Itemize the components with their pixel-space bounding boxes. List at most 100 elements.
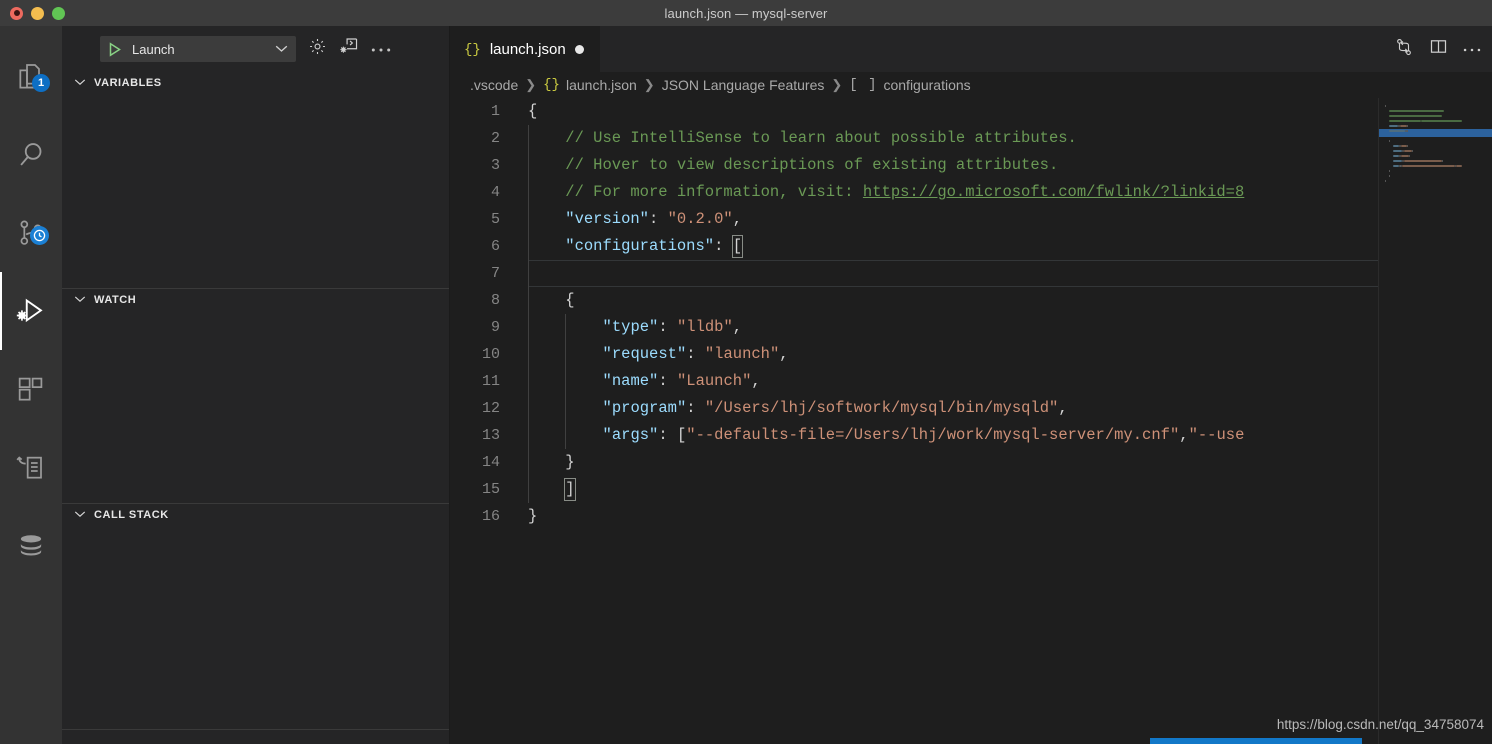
run-or-debug-button[interactable] [1388, 33, 1420, 65]
chevron-right-icon: ❯ [644, 77, 655, 93]
minimap-token [1409, 155, 1410, 157]
code-line-text: "request": "launch", [528, 341, 789, 368]
code-token: "--use [1189, 426, 1245, 444]
code-line[interactable]: 9"type": "lldb", [450, 314, 1492, 341]
code-token: : [686, 399, 705, 417]
code-token: "/Users/lhj/softwork/mysql/bin/mysqld" [705, 399, 1058, 417]
code-line[interactable]: 16} [450, 503, 1492, 530]
minimize-window-button[interactable] [31, 7, 44, 20]
bracket-match: [ [733, 236, 742, 257]
breadcrumb-item-symbol-configurations[interactable]: configurations [883, 77, 970, 93]
sidebar-item-remote-explorer[interactable] [0, 428, 62, 506]
code-token: : [658, 318, 677, 336]
sidebar-item-search[interactable] [0, 116, 62, 194]
code-line-text: } [528, 503, 537, 530]
code-line[interactable]: 1{ [450, 98, 1492, 125]
unsaved-dot-icon[interactable] [575, 45, 584, 54]
code-line[interactable]: 7 [450, 260, 1492, 287]
minimap-token [1389, 120, 1421, 122]
title-bar: launch.json — mysql-server [0, 0, 1492, 26]
line-number: 7 [450, 260, 500, 287]
sidebar-item-extensions[interactable] [0, 350, 62, 428]
current-line-highlight [528, 260, 1492, 287]
maximize-window-button[interactable] [52, 7, 65, 20]
code-line[interactable]: 6"configurations": [ [450, 233, 1492, 260]
minimap-token [1402, 165, 1455, 167]
editor-tab-bar: {} launch.json [450, 26, 1492, 72]
code-line-text: // Hover to view descriptions of existin… [528, 152, 1058, 179]
sidebar-item-explorer[interactable]: 1 [0, 38, 62, 116]
tab-label: launch.json [490, 41, 566, 58]
extensions-icon [15, 373, 47, 405]
code-line[interactable]: 5"version": "0.2.0", [450, 206, 1492, 233]
code-line[interactable]: 12"program": "/Users/lhj/softwork/mysql/… [450, 395, 1492, 422]
minimap-token [1404, 150, 1412, 152]
code-line[interactable]: 3 // Hover to view descriptions of existi… [450, 152, 1492, 179]
editor-more-actions-button[interactable] [1456, 33, 1488, 65]
code-line[interactable]: 14} [450, 449, 1492, 476]
code-line-text: "args": ["--defaults-file=/Users/lhj/wor… [528, 422, 1244, 449]
line-number: 9 [450, 314, 500, 341]
split-flow-icon [1394, 37, 1414, 62]
explorer-badge-count: 1 [32, 74, 50, 92]
code-token: : [714, 237, 733, 255]
code-token: } [528, 507, 537, 525]
code-line[interactable]: 4// For more information, visit: https:/… [450, 179, 1492, 206]
line-number: 10 [450, 341, 500, 368]
tab-launch-json[interactable]: {} launch.json [450, 26, 600, 72]
minimap[interactable] [1378, 98, 1492, 744]
launch-configuration-select[interactable]: Launch [100, 36, 296, 62]
watermark-text: https://blog.csdn.net/qq_34758074 [1277, 717, 1484, 732]
split-editor-button[interactable] [1422, 33, 1454, 65]
code-line[interactable]: 2// Use IntelliSense to learn about poss… [450, 125, 1492, 152]
code-line-text: { [528, 98, 537, 125]
code-editor[interactable]: 1{2// Use IntelliSense to learn about po… [450, 98, 1492, 744]
code-token: "version" [565, 210, 649, 228]
code-token: "type" [603, 318, 659, 336]
chevron-down-icon [74, 509, 86, 521]
code-link[interactable]: https://go.microsoft.com/fwlink/?linkid=… [863, 183, 1244, 201]
code-line-text: { [528, 287, 575, 314]
minimap-token [1393, 150, 1402, 152]
sidebar-item-database[interactable] [0, 506, 62, 584]
breadcrumb-item-folder[interactable]: .vscode [470, 77, 518, 93]
minimap-token [1393, 160, 1402, 162]
breadcrumb-item-file[interactable]: launch.json [566, 77, 637, 93]
code-line[interactable]: 8{ [450, 287, 1492, 314]
close-window-button[interactable] [10, 7, 23, 20]
line-number: 11 [450, 368, 500, 395]
code-line[interactable]: 15] [450, 476, 1492, 503]
open-launch-settings-button[interactable] [302, 34, 332, 64]
code-token: "configurations" [565, 237, 714, 255]
code-token: , [733, 210, 742, 228]
panel-watch-header[interactable]: WATCH [62, 289, 449, 311]
debug-console-icon [338, 36, 360, 62]
debug-more-actions-button[interactable] [366, 34, 396, 64]
panel-variables: VARIABLES [62, 72, 449, 288]
code-line-text: "name": "Launch", [528, 368, 761, 395]
code-line[interactable]: 10 "request": "launch", [450, 341, 1492, 368]
sidebar-item-run-and-debug[interactable] [0, 272, 62, 350]
code-line-text: } [528, 449, 575, 476]
panel-call-stack-header[interactable]: CALL STACK [62, 504, 449, 526]
sidebar-item-source-control[interactable] [0, 194, 62, 272]
json-array-icon: [ ] [849, 77, 877, 93]
line-number: 3 [450, 152, 500, 179]
remote-explorer-icon [15, 451, 47, 483]
minimap-token [1385, 105, 1386, 107]
ellipsis-icon [1463, 40, 1481, 58]
breadcrumb-item-symbol-root[interactable]: JSON Language Features [662, 77, 825, 93]
gear-icon [308, 37, 327, 61]
code-line[interactable]: 11 "name": "Launch", [450, 368, 1492, 395]
code-token: { [565, 291, 574, 309]
code-token: "lldb" [677, 318, 733, 336]
minimap-token [1442, 160, 1443, 162]
debug-console-button[interactable] [334, 34, 364, 64]
code-line-text: "version": "0.2.0", [528, 206, 742, 233]
minimap-token [1421, 120, 1462, 122]
code-line-text: ] [528, 476, 575, 503]
code-line[interactable]: 13"args": ["--defaults-file=/Users/lhj/w… [450, 422, 1492, 449]
panel-watch: WATCH [62, 288, 449, 503]
panel-variables-header[interactable]: VARIABLES [62, 72, 449, 94]
window-title: launch.json — mysql-server [0, 6, 1492, 21]
